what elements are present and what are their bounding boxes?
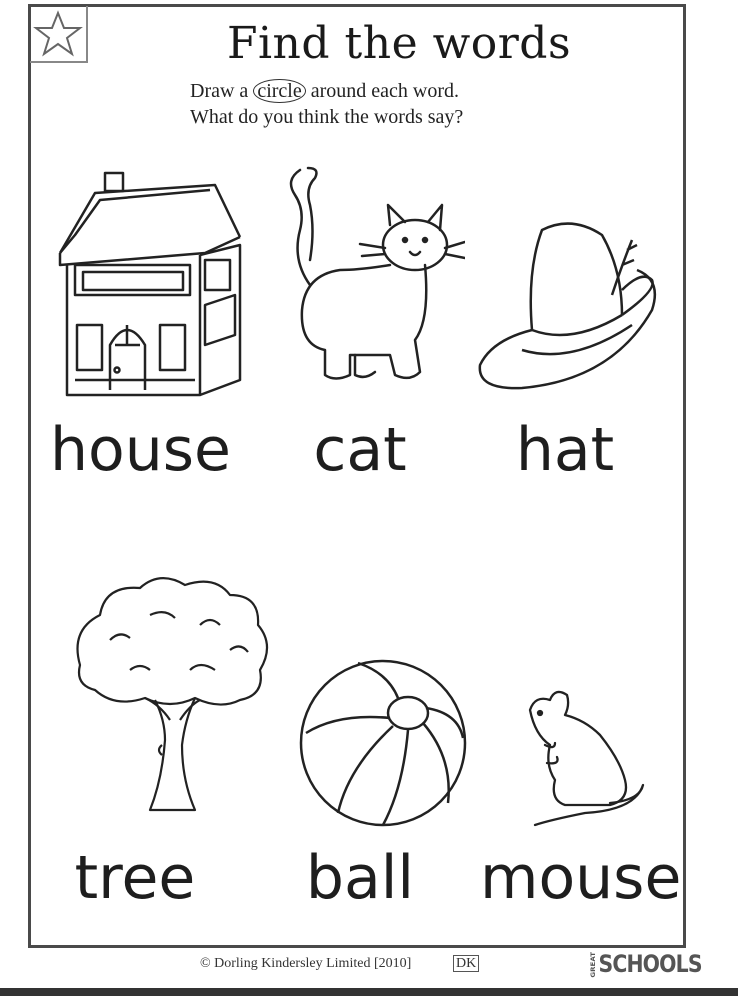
word-ball[interactable]: ball (295, 848, 425, 908)
hat-icon (478, 222, 657, 390)
instruction-line-1: Draw a circle around each word. (190, 78, 459, 104)
cat-icon (289, 166, 465, 380)
brand-text: SCHOOLS (598, 950, 703, 978)
word-cat[interactable]: cat (300, 420, 420, 480)
circled-word: circle (253, 79, 306, 103)
word-hat[interactable]: hat (505, 420, 625, 480)
instruction-text: Draw a (190, 80, 249, 102)
instruction-text: around each word. (310, 80, 459, 102)
word-mouse[interactable]: mouse (480, 848, 681, 908)
tree-icon (76, 577, 269, 812)
house-icon (58, 171, 242, 397)
ball-icon (299, 659, 467, 827)
bottom-bar (0, 988, 738, 996)
dk-logo: DK (453, 955, 480, 972)
word-house[interactable]: house (50, 420, 231, 480)
copyright-text: © Dorling Kindersley Limited [2010] (200, 956, 412, 971)
instruction-line-2: What do you think the words say? (190, 106, 464, 128)
mouse-icon (528, 690, 645, 827)
word-tree[interactable]: tree (70, 848, 200, 908)
greatschools-logo: GREATSCHOOLS (590, 950, 703, 978)
brand-small-text: GREAT (590, 952, 597, 978)
page-title: Find the words (226, 18, 572, 69)
